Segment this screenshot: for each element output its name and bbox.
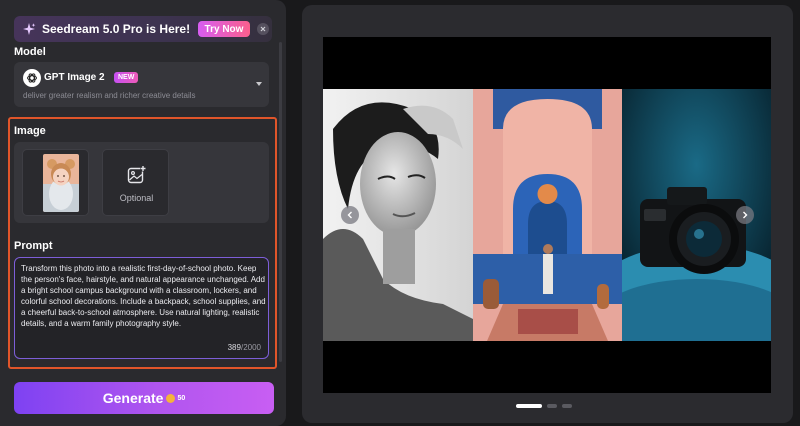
image-section-title: Image: [14, 125, 46, 137]
promo-text: Seedream 5.0 Pro is Here!: [42, 22, 191, 36]
add-image-icon: [127, 165, 146, 184]
close-icon[interactable]: [257, 23, 269, 35]
sparkle-icon: [22, 22, 36, 36]
promo-banner[interactable]: Seedream 5.0 Pro is Here! Try Now: [14, 16, 272, 42]
chevron-down-icon[interactable]: [256, 82, 262, 86]
credits-coin-icon: [166, 393, 176, 403]
credits-cost: 50: [177, 394, 186, 402]
try-now-button[interactable]: Try Now: [198, 21, 250, 37]
prompt-section-title: Prompt: [14, 240, 53, 252]
carousel-dot[interactable]: [562, 404, 572, 408]
image-upload-area: Optional: [14, 142, 269, 223]
character-counter: 389/2000: [227, 343, 261, 352]
new-badge: NEW: [114, 72, 139, 83]
model-section-title: Model: [14, 46, 46, 58]
prompt-text[interactable]: Transform this photo into a realistic fi…: [21, 263, 266, 329]
reference-image-slot[interactable]: [22, 149, 89, 216]
optional-label: Optional: [119, 193, 154, 203]
prompt-input[interactable]: Transform this photo into a realistic fi…: [14, 257, 269, 359]
carousel-prev-button[interactable]: [341, 206, 359, 224]
generate-label: Generate: [102, 390, 164, 406]
carousel-dot[interactable]: [516, 404, 542, 408]
model-selector[interactable]: GPT Image 2 NEW deliver greater realism …: [14, 62, 269, 107]
panel-scrollbar[interactable]: [279, 42, 282, 362]
chevron-right-icon: [743, 211, 748, 219]
optional-image-slot[interactable]: Optional: [102, 149, 169, 216]
carousel-dot[interactable]: [547, 404, 557, 408]
model-description: deliver greater realism and richer creat…: [23, 91, 196, 100]
chevron-left-icon: [347, 211, 352, 219]
carousel-pagination: [516, 404, 572, 408]
carousel-next-button[interactable]: [736, 206, 754, 224]
example-image-hallway[interactable]: [473, 89, 622, 341]
settings-panel: Seedream 5.0 Pro is Here! Try Now Model …: [0, 0, 286, 426]
generate-button[interactable]: Generate 50: [14, 382, 274, 414]
openai-logo-icon: [23, 69, 41, 87]
model-name: GPT Image 2: [44, 72, 105, 83]
reference-image-thumbnail[interactable]: [43, 154, 79, 212]
